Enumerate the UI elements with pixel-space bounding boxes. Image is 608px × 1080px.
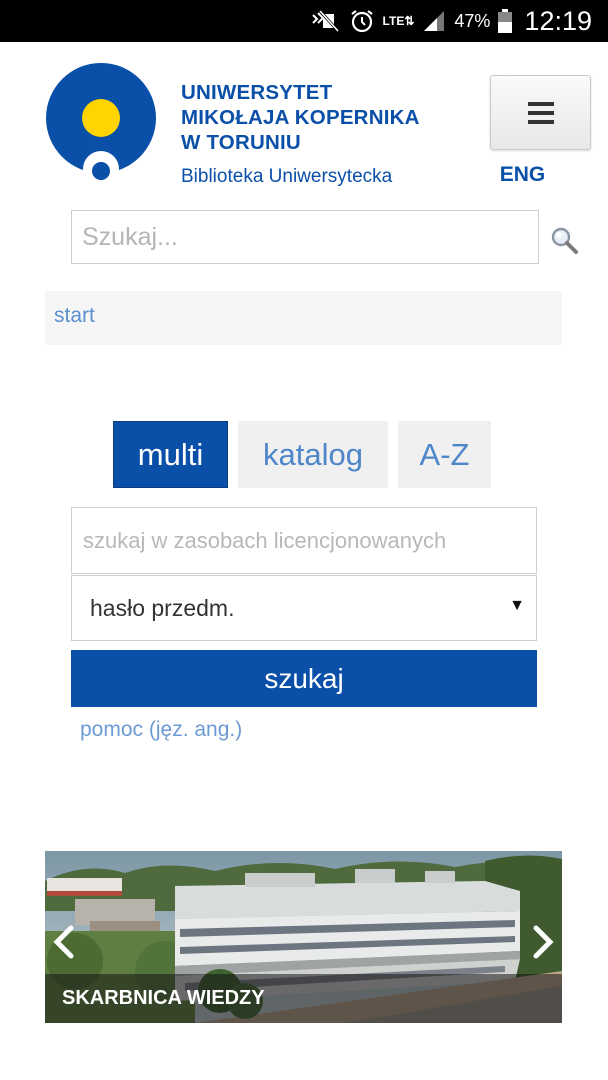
search-field-select[interactable]: hasło przedm. ▼ [71, 575, 537, 641]
multi-search-input[interactable] [71, 507, 537, 574]
clock: 12:19 [524, 5, 592, 36]
search-submit-button[interactable]: szukaj [71, 650, 537, 707]
university-logo[interactable] [46, 62, 158, 187]
slider-next-button[interactable] [528, 922, 558, 962]
breadcrumb-start-link[interactable]: start [54, 304, 95, 328]
uni-name-line-1: UNIWERSYTET [181, 81, 333, 104]
lte-icon: LTE ⇅ [382, 13, 415, 28]
battery-percent: 47% [454, 10, 491, 31]
menu-button[interactable] [490, 75, 591, 150]
slider-prev-button[interactable] [49, 922, 79, 962]
signal-icon [422, 9, 446, 33]
status-bar: LTE ⇅ 47% 12:19 [0, 0, 608, 42]
uni-name-line-3: W TORUNIU [181, 131, 301, 154]
nfc-mute-icon [311, 9, 341, 33]
slide-caption[interactable]: SKARBNICA WIEDZY [45, 974, 562, 1023]
chevron-left-icon [53, 925, 74, 959]
magnifier-icon[interactable] [549, 225, 579, 255]
university-name[interactable]: UNIWERSYTET MIKOŁAJA KOPERNIKA W TORUNIU [181, 80, 461, 155]
tab-multi[interactable]: multi [113, 421, 228, 488]
language-switch-link[interactable]: ENG [490, 163, 555, 187]
library-name[interactable]: Biblioteka Uniwersytecka [181, 166, 392, 188]
hamburger-icon [527, 101, 554, 124]
image-slider[interactable]: SKARBNICA WIEDZY [45, 851, 562, 1023]
dropdown-arrow-icon: ▼ [509, 597, 525, 614]
tab-a-z[interactable]: A-Z [398, 421, 491, 488]
status-icons: LTE ⇅ 47% 12:19 [311, 0, 592, 42]
alarm-icon [349, 8, 375, 34]
search-field-selected-value: hasło przedm. [90, 595, 235, 621]
tab-katalog[interactable]: katalog [238, 421, 388, 488]
uni-name-line-2: MIKOŁAJA KOPERNIKA [181, 106, 420, 129]
breadcrumb: start [45, 291, 562, 345]
chevron-right-icon [533, 925, 554, 959]
battery-icon [498, 9, 513, 33]
network-type: LTE [382, 13, 405, 28]
site-search-input[interactable] [71, 210, 539, 264]
help-link[interactable]: pomoc (jęz. ang.) [80, 718, 242, 742]
